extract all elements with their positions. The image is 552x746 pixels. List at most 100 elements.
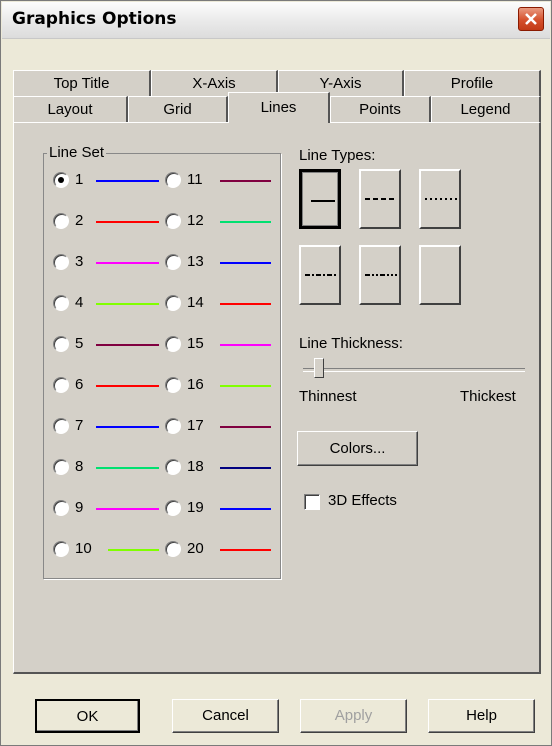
line-color-swatch <box>220 303 271 305</box>
line-color-swatch <box>96 426 159 428</box>
line-color-swatch <box>220 180 271 182</box>
tab-top-title[interactable]: Top Title <box>13 70 151 96</box>
line-type-dash-dot-button[interactable] <box>299 245 341 305</box>
line-type-dotted-button[interactable] <box>419 169 461 229</box>
line-set-label: Line Set <box>47 144 107 161</box>
dotted-line-icon <box>425 198 457 200</box>
line-set-radio[interactable] <box>165 213 181 229</box>
close-button[interactable] <box>518 7 544 31</box>
line-type-dashed-button[interactable] <box>359 169 401 229</box>
line-set-radio[interactable] <box>165 254 181 270</box>
line-set-option[interactable]: 3 <box>53 253 173 275</box>
line-set-radio[interactable] <box>165 418 181 434</box>
line-set-radio[interactable] <box>165 541 181 557</box>
tab-points[interactable]: Points <box>330 96 431 122</box>
thickest-label: Thickest <box>460 388 516 405</box>
line-set-option[interactable]: 14 <box>165 294 285 316</box>
line-set-radio[interactable] <box>165 336 181 352</box>
line-set-option[interactable]: 11 <box>165 171 285 193</box>
dashed-line-icon <box>365 198 397 200</box>
line-set-option[interactable]: 18 <box>165 458 285 480</box>
line-set-option[interactable]: 20 <box>165 540 285 562</box>
line-color-swatch <box>220 426 271 428</box>
3d-effects-checkbox[interactable] <box>304 494 320 510</box>
line-set-radio[interactable] <box>53 336 69 352</box>
line-set-option-label: 19 <box>187 499 204 516</box>
solid-line-icon <box>311 200 335 202</box>
line-color-swatch <box>220 385 271 387</box>
cancel-button[interactable]: Cancel <box>172 699 279 733</box>
line-color-swatch <box>220 262 271 264</box>
line-thickness-slider-track[interactable] <box>303 368 525 372</box>
line-set-radio[interactable] <box>53 172 69 188</box>
line-set-option-label: 20 <box>187 540 204 557</box>
line-set-option-label: 7 <box>75 417 84 434</box>
graphics-options-dialog: Graphics Options Top Title X-Axis Y-Axis… <box>0 0 552 746</box>
line-color-swatch <box>220 221 271 223</box>
line-color-swatch <box>220 508 271 510</box>
line-set-radio[interactable] <box>53 418 69 434</box>
line-color-swatch <box>96 344 159 346</box>
line-color-swatch <box>220 549 271 551</box>
tab-profile[interactable]: Profile <box>404 70 541 96</box>
line-set-option[interactable]: 8 <box>53 458 173 480</box>
line-set-radio[interactable] <box>53 500 69 516</box>
tab-grid[interactable]: Grid <box>128 96 228 122</box>
tab-layout[interactable]: Layout <box>13 96 128 122</box>
line-thickness-label: Line Thickness: <box>299 335 403 352</box>
line-set-option[interactable]: 13 <box>165 253 285 275</box>
line-set-radio[interactable] <box>165 172 181 188</box>
line-set-radio[interactable] <box>165 459 181 475</box>
line-set-radio[interactable] <box>165 295 181 311</box>
line-set-option-label: 5 <box>75 335 84 352</box>
line-set-option[interactable]: 17 <box>165 417 285 439</box>
line-color-swatch <box>96 385 159 387</box>
line-set-option-label: 11 <box>187 171 203 188</box>
line-type-none-button[interactable] <box>419 245 461 305</box>
line-set-radio[interactable] <box>53 377 69 393</box>
line-thickness-slider-thumb[interactable] <box>314 358 324 378</box>
tab-row-front: Layout Grid Lines Points Legend <box>13 92 541 123</box>
colors-button[interactable]: Colors... <box>297 431 418 466</box>
line-type-solid-button[interactable] <box>299 169 341 229</box>
line-types-label: Line Types: <box>299 147 376 164</box>
line-set-radio[interactable] <box>165 500 181 516</box>
line-set-option[interactable]: 5 <box>53 335 173 357</box>
line-set-option-label: 3 <box>75 253 84 270</box>
line-type-dash-dot-dot-button[interactable] <box>359 245 401 305</box>
line-set-option[interactable]: 2 <box>53 212 173 234</box>
ok-button[interactable]: OK <box>35 699 140 733</box>
line-set-option[interactable]: 12 <box>165 212 285 234</box>
lines-tab-panel: Line Set 1 2 3 4 5 6 7 8 9 10 11 12 13 14 15 16 17 18 19 20… <box>13 122 541 674</box>
line-set-radio[interactable] <box>53 213 69 229</box>
line-set-radio[interactable] <box>53 254 69 270</box>
apply-button[interactable]: Apply <box>300 699 407 733</box>
line-color-swatch <box>96 221 159 223</box>
line-set-radio[interactable] <box>53 295 69 311</box>
tab-legend[interactable]: Legend <box>431 96 541 122</box>
line-set-option[interactable]: 9 <box>53 499 173 521</box>
line-set-option[interactable]: 1 <box>53 171 173 193</box>
line-set-option[interactable]: 4 <box>53 294 173 316</box>
line-set-option-label: 15 <box>187 335 204 352</box>
line-set-option[interactable]: 15 <box>165 335 285 357</box>
line-set-radio[interactable] <box>165 377 181 393</box>
line-color-swatch <box>96 467 159 469</box>
line-set-option-label: 13 <box>187 253 204 270</box>
line-color-swatch <box>220 344 271 346</box>
close-icon <box>525 13 537 25</box>
line-set-option-label: 1 <box>75 171 84 188</box>
help-button[interactable]: Help <box>428 699 535 733</box>
tab-lines[interactable]: Lines <box>228 92 330 123</box>
line-color-swatch <box>108 549 159 551</box>
line-set-radio[interactable] <box>53 541 69 557</box>
line-set-option[interactable]: 16 <box>165 376 285 398</box>
line-set-option-label: 6 <box>75 376 84 393</box>
line-set-radio[interactable] <box>53 459 69 475</box>
line-set-option[interactable]: 6 <box>53 376 173 398</box>
line-set-option[interactable]: 19 <box>165 499 285 521</box>
line-color-swatch <box>96 508 159 510</box>
line-set-option[interactable]: 10 <box>53 540 173 562</box>
line-set-option-label: 9 <box>75 499 84 516</box>
line-set-option[interactable]: 7 <box>53 417 173 439</box>
